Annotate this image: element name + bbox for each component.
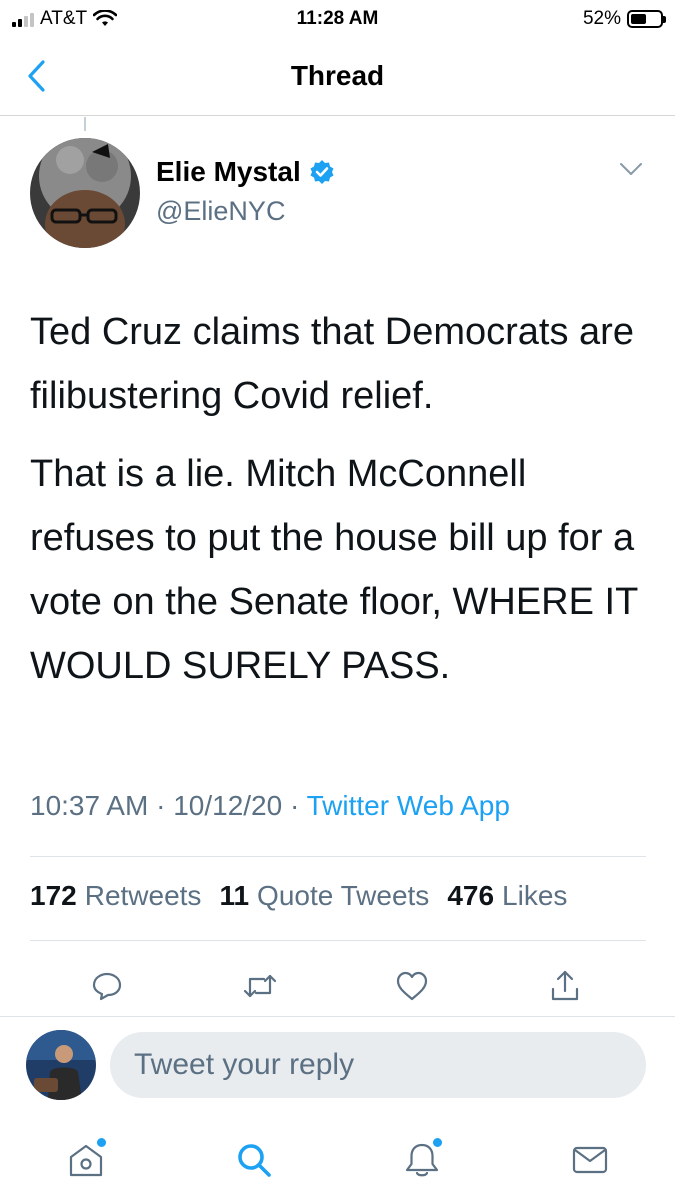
notification-dot [97, 1138, 106, 1147]
retweet-button[interactable] [234, 960, 286, 1012]
avatar-image [30, 138, 140, 248]
reply-icon [92, 972, 122, 1001]
notification-dot [433, 1138, 442, 1147]
reply-input[interactable] [110, 1032, 646, 1098]
quotes-stat[interactable]: 11 Quote Tweets [219, 880, 429, 912]
messages-icon [572, 1146, 608, 1174]
share-icon [551, 970, 579, 1001]
thread-connector [84, 117, 86, 131]
tweet-text: Ted Cruz claims that Democrats are filib… [30, 300, 650, 712]
retweet-icon [243, 974, 277, 998]
tweet-actions [0, 960, 675, 1012]
status-bar: AT&T 11:28 AM 52% [0, 0, 675, 40]
tweet-source-link[interactable]: Twitter Web App [307, 790, 510, 821]
likes-stat[interactable]: 476 Likes [447, 880, 567, 912]
tweet-stats: 172 Retweets 11 Quote Tweets 476 Likes [30, 880, 567, 912]
reply-button[interactable] [81, 960, 133, 1012]
tweet-time: 10:37 AM [30, 790, 149, 821]
meta-separator: · [289, 790, 300, 821]
like-icon [396, 971, 428, 1001]
retweets-count: 172 [30, 880, 77, 911]
retweets-stat[interactable]: 172 Retweets [30, 880, 201, 912]
share-button[interactable] [539, 960, 591, 1012]
meta-separator: · [156, 790, 166, 821]
search-icon [238, 1144, 271, 1177]
status-time: 11:28 AM [296, 8, 379, 29]
likes-label: Likes [502, 880, 568, 911]
author-name: Elie Mystal [156, 156, 301, 187]
retweets-label: Retweets [84, 880, 202, 911]
quotes-label: Quote Tweets [257, 880, 430, 911]
tweet-options-button[interactable] [619, 162, 643, 181]
tab-search[interactable] [226, 1132, 282, 1188]
battery-percent: 52% [582, 8, 621, 29]
status-right: 52% [582, 8, 666, 30]
my-avatar[interactable] [26, 1030, 96, 1100]
avatar-image [26, 1030, 96, 1100]
tweet-meta: 10:37 AM · 10/12/20 · Twitter Web App [30, 790, 510, 822]
author-name-row[interactable]: Elie Mystal [156, 156, 335, 188]
tweet-paragraph: Ted Cruz claims that Democrats are filib… [30, 311, 634, 417]
quotes-count: 11 [219, 880, 250, 911]
divider [30, 856, 646, 857]
tab-bar [0, 1120, 675, 1200]
like-button[interactable] [386, 960, 438, 1012]
divider [0, 1016, 675, 1017]
likes-count: 476 [447, 880, 495, 911]
author-avatar[interactable] [30, 138, 140, 248]
chevron-down-icon [620, 163, 642, 175]
battery-icon [627, 10, 666, 28]
tweet-paragraph: That is a lie. Mitch McConnell refuses t… [30, 453, 638, 687]
tab-messages[interactable] [562, 1132, 618, 1188]
thread-header: Thread [0, 40, 675, 116]
tweet-date: 10/12/20 [173, 790, 283, 821]
divider [30, 940, 646, 941]
tab-home[interactable] [58, 1132, 114, 1188]
page-title: Thread [290, 60, 385, 91]
tab-notifications[interactable] [394, 1132, 450, 1188]
author-handle[interactable]: @ElieNYC [156, 196, 285, 227]
verified-badge-icon [310, 160, 334, 184]
